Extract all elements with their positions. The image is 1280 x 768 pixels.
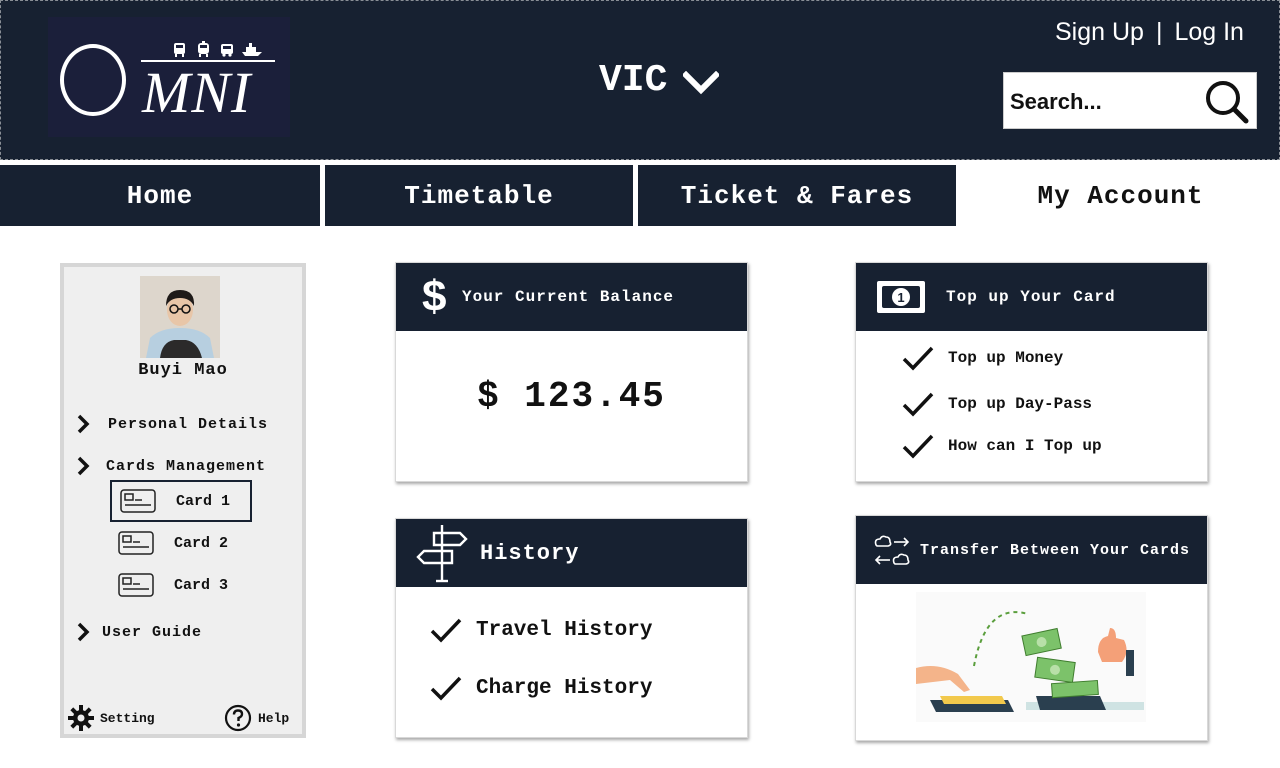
transfer-panel-header: Transfer Between Your Cards [856, 516, 1207, 584]
charge-history-link[interactable]: Charge History [430, 675, 652, 701]
dollar-icon: $ [422, 272, 447, 321]
tab-my-account-label: My Account [1037, 180, 1204, 211]
auth-separator: | [1155, 18, 1163, 46]
user-guide-link[interactable]: User Guide [76, 621, 202, 643]
tab-my-account[interactable]: My Account [961, 165, 1280, 226]
check-icon [902, 434, 934, 459]
how-to-topup-label: How can I Top up [948, 437, 1102, 455]
user-guide-label: User Guide [102, 623, 203, 641]
travel-history-label: Travel History [476, 618, 653, 642]
transfer-panel[interactable]: Transfer Between Your Cards [855, 515, 1208, 741]
cards-management-label: Cards Management [106, 457, 267, 475]
signpost-icon [416, 525, 468, 583]
card-item-label: Card 1 [176, 492, 231, 510]
transfer-illustration [916, 592, 1146, 722]
omni-logo[interactable]: MNI [48, 17, 290, 137]
card-item-3[interactable]: Card 3 [110, 564, 252, 606]
avatar [140, 276, 220, 358]
balance-amount: $ 123.45 [477, 376, 666, 417]
cards-management-link[interactable]: Cards Management [76, 455, 266, 477]
svg-text:1: 1 [897, 290, 904, 305]
search-box [1003, 72, 1257, 129]
chevron-down-icon[interactable] [683, 71, 719, 95]
banknote-icon: 1 [877, 281, 925, 313]
topup-money-label: Top up Money [948, 349, 1064, 367]
region-selector[interactable]: VIC [599, 57, 667, 105]
user-name: Buyi Mao [138, 361, 228, 380]
history-panel-header: History [396, 519, 747, 587]
search-icon[interactable] [1204, 79, 1250, 125]
history-title: History [480, 540, 580, 566]
logo-o-ring [60, 44, 126, 116]
avatar-photo [140, 276, 220, 358]
card-item-2[interactable]: Card 2 [110, 522, 252, 564]
chevron-right-icon [77, 456, 90, 476]
balance-panel: $ Your Current Balance $ 123.45 [395, 262, 748, 482]
card-item-label: Card 3 [174, 576, 229, 594]
chevron-right-icon [77, 414, 90, 434]
setting-label: Setting [100, 710, 155, 726]
topup-panel-header: 1 Top up Your Card [856, 263, 1207, 331]
card-item-1[interactable]: Card 1 [110, 480, 252, 522]
topup-panel: 1 Top up Your Card Top up Money Top up D… [855, 262, 1208, 482]
topup-daypass-link[interactable]: Top up Day-Pass [902, 391, 1092, 417]
tab-home[interactable]: Home [0, 165, 320, 226]
help-label: Help [258, 710, 290, 726]
topup-title: Top up Your Card [946, 288, 1116, 306]
chevron-right-icon [77, 622, 90, 642]
log-in-link[interactable]: Log In [1174, 15, 1244, 49]
gear-icon [68, 705, 94, 731]
check-icon [902, 392, 934, 417]
card-item-label: Card 2 [174, 534, 229, 552]
sign-up-link[interactable]: Sign Up [1055, 15, 1144, 49]
charge-history-label: Charge History [476, 676, 653, 700]
card-icon [118, 531, 154, 555]
topup-money-link[interactable]: Top up Money [902, 345, 1063, 371]
help-icon [224, 704, 252, 732]
site-header: MNI VIC Sign Up | Log In [0, 0, 1280, 160]
transfer-title: Transfer Between Your Cards [920, 541, 1191, 559]
how-to-topup-link[interactable]: How can I Top up [902, 433, 1102, 459]
transfer-arrows-icon [874, 535, 910, 565]
balance-title: Your Current Balance [462, 288, 675, 306]
tab-ticket-fares[interactable]: Ticket & Fares [638, 165, 956, 226]
search-input[interactable] [1008, 81, 1202, 123]
history-panel: History Travel History Charge History [395, 518, 748, 738]
card-icon [118, 573, 154, 597]
check-icon [430, 676, 462, 701]
card-icon [120, 489, 156, 513]
tab-timetable-label: Timetable [404, 180, 554, 211]
account-sidebar: Buyi Mao Personal Details Cards Manageme… [60, 263, 306, 738]
travel-history-link[interactable]: Travel History [430, 617, 652, 643]
auth-links: Sign Up | Log In [1055, 15, 1244, 49]
tab-home-label: Home [126, 180, 194, 211]
help-button[interactable]: Help [224, 704, 289, 732]
topup-daypass-label: Top up Day-Pass [948, 395, 1093, 413]
personal-details-label: Personal Details [108, 415, 269, 433]
region-label: VIC [599, 59, 668, 102]
balance-panel-header: $ Your Current Balance [396, 263, 747, 331]
tab-timetable[interactable]: Timetable [325, 165, 633, 226]
logo-text: MNI [142, 60, 252, 125]
check-icon [902, 346, 934, 371]
setting-button[interactable]: Setting [68, 705, 155, 731]
tab-ticket-fares-label: Ticket & Fares [680, 180, 914, 211]
check-icon [430, 618, 462, 643]
transport-icons [174, 41, 262, 57]
personal-details-link[interactable]: Personal Details [76, 413, 268, 435]
